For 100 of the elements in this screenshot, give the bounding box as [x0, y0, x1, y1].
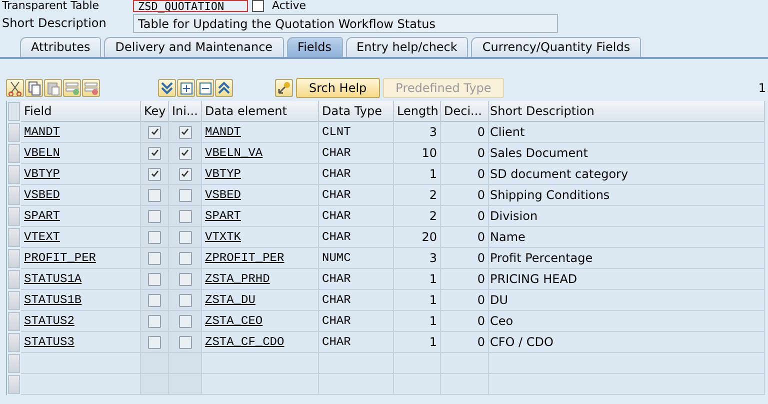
tab[interactable]: Delivery and Maintenance: [104, 37, 284, 57]
row-selector[interactable]: [8, 165, 20, 184]
data-element-link[interactable]: MANDT: [205, 125, 242, 139]
column-header[interactable]: Data Type: [319, 101, 394, 122]
data-element-link[interactable]: VBTYP: [205, 167, 242, 181]
insert-row-icon[interactable]: [63, 79, 81, 97]
checkbox[interactable]: [148, 210, 161, 222]
field-link[interactable]: VTEXT: [24, 230, 60, 244]
field-link[interactable]: STATUS3: [24, 335, 74, 349]
data-element-link[interactable]: ZSTA_DU: [205, 293, 256, 307]
table-cell: CHAR: [322, 209, 351, 223]
table-cell: 0: [477, 167, 485, 181]
double-chevron-up-icon[interactable]: [215, 79, 233, 97]
key-icon[interactable]: [275, 79, 293, 97]
plus-icon[interactable]: [177, 79, 195, 97]
checkbox[interactable]: [178, 188, 192, 202]
tab[interactable]: Attributes: [20, 37, 102, 57]
field-link[interactable]: SPART: [24, 209, 60, 223]
row-selector[interactable]: [8, 228, 20, 247]
data-element-link[interactable]: VBELN_VA: [205, 146, 263, 160]
table-cell: Sales Document: [490, 146, 588, 160]
checkbox[interactable]: [178, 168, 192, 180]
table-cell: 3: [429, 125, 437, 139]
table-cell: 20: [422, 230, 437, 244]
minus-icon[interactable]: [196, 79, 214, 97]
row-selector[interactable]: [8, 270, 20, 289]
checkbox[interactable]: [178, 230, 192, 244]
tab[interactable]: Entry help/check: [346, 37, 468, 57]
table-cell: Profit Percentage: [490, 251, 593, 265]
checkmark-icon: [180, 148, 190, 158]
checkbox[interactable]: [178, 272, 192, 286]
row-selector[interactable]: [8, 312, 20, 331]
data-element-link[interactable]: ZSTA_PRHD: [205, 272, 270, 286]
field-link[interactable]: VBELN: [24, 146, 60, 160]
row-selector[interactable]: [8, 249, 20, 268]
checkbox[interactable]: [148, 126, 161, 138]
status-text: Active: [271, 0, 306, 12]
data-element-link[interactable]: ZSTA_CF_CDO: [205, 335, 284, 349]
tab[interactable]: Fields: [286, 37, 342, 57]
tab[interactable]: Currency/Quantity Fields: [471, 37, 642, 57]
column-header[interactable]: Short Description: [489, 101, 765, 122]
table-cell: 1: [429, 167, 437, 181]
checkbox[interactable]: [178, 314, 192, 328]
row-selector[interactable]: [8, 207, 20, 226]
row-selector[interactable]: [8, 354, 20, 373]
field-link[interactable]: STATUS1B: [24, 293, 82, 307]
table-cell: 0: [477, 188, 485, 202]
column-header[interactable]: Deci...: [441, 101, 489, 122]
column-header[interactable]: Ini...: [169, 101, 202, 122]
checkbox[interactable]: [148, 314, 161, 328]
table-cell: 2: [429, 188, 437, 202]
description-field[interactable]: Table for Updating the Quotation Workflow Status: [133, 14, 558, 32]
checkbox[interactable]: [148, 336, 161, 348]
row-selector[interactable]: [8, 123, 20, 142]
table-cell: 0: [477, 230, 485, 244]
table-cell: 10: [422, 146, 437, 160]
row-selector[interactable]: [8, 186, 20, 205]
column-header[interactable]: Data element: [202, 101, 319, 122]
cut-icon[interactable]: [6, 79, 24, 97]
checkbox[interactable]: [148, 230, 161, 244]
checkbox[interactable]: [148, 146, 161, 160]
table-cell: 0: [477, 272, 485, 286]
checkbox[interactable]: [178, 336, 192, 348]
checkbox[interactable]: [148, 168, 161, 180]
checkbox[interactable]: [178, 146, 192, 160]
data-element-link[interactable]: VTXTK: [205, 230, 242, 244]
field-link[interactable]: PROFIT_PER: [24, 251, 96, 265]
data-element-link[interactable]: SPART: [205, 209, 242, 223]
column-header[interactable]: Key: [141, 101, 169, 122]
field-link[interactable]: MANDT: [24, 125, 60, 139]
table-cell: PRICING HEAD: [490, 272, 578, 286]
column-header[interactable]: Field: [21, 101, 141, 122]
field-link[interactable]: STATUS2: [24, 314, 74, 328]
checkbox[interactable]: [148, 188, 161, 202]
column-header[interactable]: Length: [394, 101, 441, 122]
field-link[interactable]: VSBED: [24, 188, 60, 202]
row-selector[interactable]: [8, 291, 20, 310]
data-element-link[interactable]: ZSTA_CEO: [205, 314, 263, 328]
checkbox[interactable]: [148, 252, 161, 264]
data-element-link[interactable]: VSBED: [205, 188, 242, 202]
double-chevron-down-icon[interactable]: [158, 79, 176, 97]
delete-row-icon[interactable]: [82, 79, 100, 97]
checkmark-icon: [150, 148, 160, 158]
toolbar-button[interactable]: Srch Help: [296, 78, 380, 98]
table-cell: 0: [477, 251, 485, 265]
row-selector[interactable]: [8, 375, 20, 394]
row-selector[interactable]: [8, 144, 20, 163]
data-element-link[interactable]: ZPROFIT_PER: [205, 251, 284, 265]
checkbox[interactable]: [148, 294, 161, 306]
table-cell: CHAR: [322, 167, 351, 181]
table-cell: CHAR: [322, 188, 351, 202]
field-link[interactable]: VBTYP: [24, 167, 60, 181]
checkbox[interactable]: [178, 210, 192, 222]
table-name-field[interactable]: ZSD_QUOTATION: [133, 0, 248, 12]
checkbox[interactable]: [178, 252, 192, 264]
row-selector[interactable]: [8, 333, 20, 352]
checkbox[interactable]: [178, 294, 192, 306]
field-link[interactable]: STATUS1A: [24, 272, 82, 286]
checkbox[interactable]: [178, 126, 192, 138]
checkbox[interactable]: [148, 272, 161, 286]
